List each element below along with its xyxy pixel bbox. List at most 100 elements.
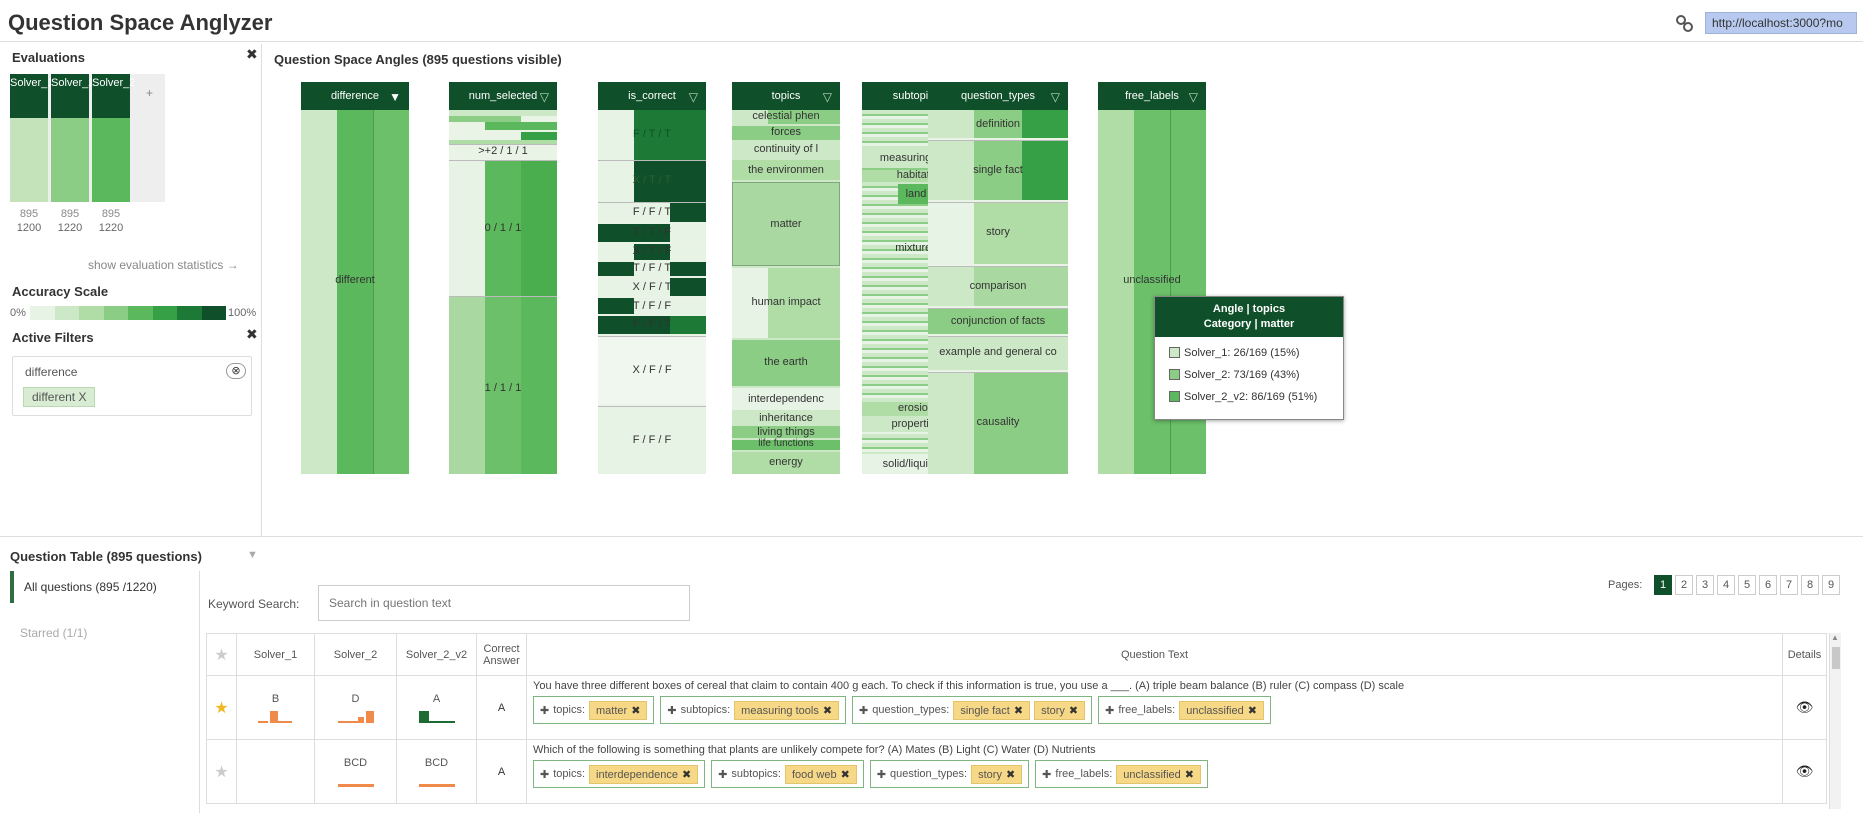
tab-starred[interactable]: Starred (1/1): [10, 617, 200, 649]
add-solver-button[interactable]: +: [134, 74, 165, 202]
category-label[interactable]: causality: [928, 416, 1068, 428]
category-label[interactable]: forces: [732, 126, 840, 138]
category-label[interactable]: T / F / F: [598, 300, 706, 312]
column-header[interactable]: Solver_1: [236, 633, 315, 676]
category-label[interactable]: F / T / T: [598, 128, 706, 140]
page-button[interactable]: 6: [1759, 575, 1777, 595]
scrollbar-thumb[interactable]: [1832, 647, 1840, 669]
category-label[interactable]: X / F / T: [598, 281, 706, 293]
keyword-search-input[interactable]: [318, 585, 690, 621]
page-button[interactable]: 4: [1717, 575, 1735, 595]
star-icon[interactable]: ★: [214, 764, 228, 781]
angle-header[interactable]: question_types ▽: [928, 82, 1068, 110]
category-label[interactable]: F / F / T: [598, 206, 706, 218]
category-label[interactable]: different: [301, 274, 409, 286]
category-label[interactable]: matter: [732, 218, 840, 230]
url-field[interactable]: http://localhost:3000?mo: [1705, 12, 1857, 34]
category-label[interactable]: the environmen: [732, 164, 840, 176]
solver1-bar[interactable]: [1098, 110, 1134, 474]
add-tag-icon[interactable]: ✚: [540, 704, 549, 717]
solver-header[interactable]: Solver_2_v2: [92, 74, 153, 118]
remove-filter-icon[interactable]: ⊗: [226, 363, 246, 379]
scroll-up-icon[interactable]: ▲: [1831, 633, 1839, 642]
table-row[interactable]: ★ B D A A You have three different boxes…: [206, 675, 1827, 740]
star-icon[interactable]: ★: [214, 700, 228, 717]
filter-active-icon[interactable]: ▼: [389, 83, 401, 111]
category-label[interactable]: example and general co: [928, 346, 1068, 358]
tag-chip[interactable]: single fact ✖: [953, 700, 1031, 720]
show-evaluation-statistics-link[interactable]: show evaluation statistics →: [88, 258, 239, 272]
column-header[interactable]: Question Text: [526, 633, 1783, 676]
page-button[interactable]: 7: [1780, 575, 1798, 595]
category-band[interactable]: [485, 122, 557, 130]
table-scrollbar[interactable]: ▲: [1829, 633, 1841, 809]
category-label[interactable]: story: [928, 226, 1068, 238]
star-icon[interactable]: ★: [214, 647, 228, 664]
category-label[interactable]: celestial phen: [732, 110, 840, 122]
link-icon[interactable]: [1673, 12, 1695, 34]
category-label[interactable]: unclassified: [1098, 274, 1206, 286]
category-label[interactable]: comparison: [928, 280, 1068, 292]
category-label[interactable]: 0 / 1 / 1: [449, 222, 557, 234]
category-label[interactable]: X / T / F: [598, 245, 706, 257]
star-cell[interactable]: ★: [206, 675, 237, 740]
category-label[interactable]: human impact: [732, 296, 840, 308]
funnel-icon[interactable]: ▽: [1051, 83, 1060, 111]
tag-chip[interactable]: unclassified ✖: [1116, 764, 1201, 784]
funnel-icon[interactable]: ▽: [823, 83, 832, 111]
page-button[interactable]: 5: [1738, 575, 1756, 595]
category-label[interactable]: definition: [928, 118, 1068, 130]
tag-chip[interactable]: matter ✖: [589, 700, 648, 720]
solver1-bar[interactable]: [301, 110, 337, 474]
tab-all-questions[interactable]: All questions (895 /1220): [10, 571, 200, 603]
column-header[interactable]: Details: [1782, 633, 1827, 676]
filter-value-chip[interactable]: different X: [23, 387, 96, 407]
page-button[interactable]: 9: [1822, 575, 1840, 595]
angle-header[interactable]: difference ▼: [301, 82, 409, 110]
category-label[interactable]: the earth: [732, 356, 840, 368]
add-tag-icon[interactable]: ✚: [1105, 704, 1114, 717]
details-cell[interactable]: 👁: [1782, 739, 1827, 804]
category-label[interactable]: living things: [732, 426, 840, 438]
column-header[interactable]: Correct Answer: [476, 633, 527, 676]
category-label[interactable]: >+2 / 1 / 1: [449, 145, 557, 157]
solver-column[interactable]: Solver_2: [51, 74, 94, 202]
category-label[interactable]: X / T / T: [598, 174, 706, 186]
solver-column[interactable]: Solver_2_v2: [92, 74, 153, 202]
category-label[interactable]: single fact: [928, 164, 1068, 176]
solver3-bar[interactable]: [373, 110, 409, 474]
solver-column[interactable]: Solver_1: [10, 74, 53, 202]
category-label[interactable]: 1 / 1 / 1: [449, 382, 557, 394]
page-button[interactable]: 2: [1675, 575, 1693, 595]
page-button[interactable]: 3: [1696, 575, 1714, 595]
eye-icon[interactable]: 👁: [1796, 763, 1814, 779]
add-tag-icon[interactable]: ✚: [718, 768, 727, 781]
add-tag-icon[interactable]: ✚: [540, 768, 549, 781]
category-label[interactable]: T / F / T: [598, 262, 706, 274]
add-tag-icon[interactable]: ✚: [1042, 768, 1051, 781]
category-label[interactable]: F / F / F: [598, 434, 706, 446]
tag-chip[interactable]: measuring tools ✖: [734, 700, 840, 720]
funnel-icon[interactable]: ▽: [540, 83, 549, 111]
angle-header[interactable]: is_correct ▽: [598, 82, 706, 110]
funnel-icon[interactable]: ▽: [689, 83, 698, 111]
tag-chip[interactable]: story ✖: [971, 764, 1023, 784]
add-tag-icon[interactable]: ✚: [667, 704, 676, 717]
category-label[interactable]: energy: [732, 456, 840, 468]
category-label[interactable]: inheritance: [732, 412, 840, 424]
funnel-icon[interactable]: ▽: [1189, 83, 1198, 111]
category-label[interactable]: conjunction of facts: [928, 315, 1068, 327]
eye-icon[interactable]: 👁: [1796, 699, 1814, 715]
angle-header[interactable]: topics ▽: [732, 82, 840, 110]
tag-chip[interactable]: unclassified ✖: [1179, 700, 1264, 720]
star-cell[interactable]: ★: [206, 739, 237, 804]
category-label[interactable]: life functions: [732, 438, 840, 449]
solver-header[interactable]: Solver_2: [51, 74, 94, 118]
column-header[interactable]: Solver_2_v2: [396, 633, 477, 676]
angle-header[interactable]: num_selected ▽: [449, 82, 557, 110]
category-label[interactable]: F / F / T: [598, 318, 706, 330]
tag-chip[interactable]: food web ✖: [784, 764, 857, 784]
add-tag-icon[interactable]: ✚: [877, 768, 886, 781]
category-label[interactable]: interdependenc: [732, 393, 840, 405]
table-row[interactable]: ★ BCD BCD A Which of the following is so…: [206, 739, 1827, 804]
